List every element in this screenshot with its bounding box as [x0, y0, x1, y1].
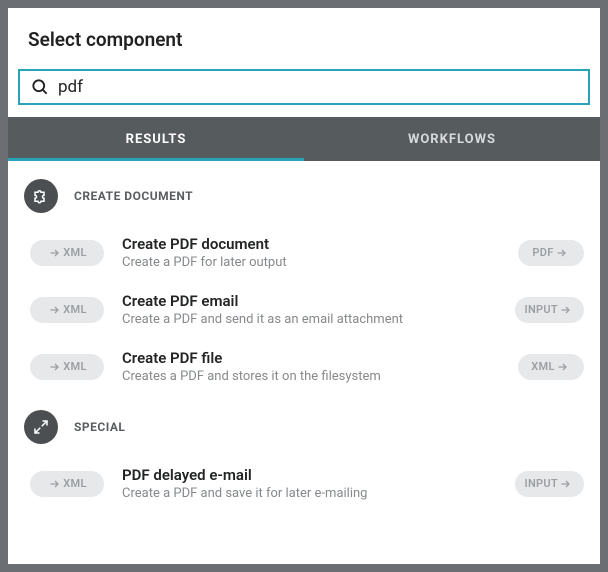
badge-label: XML	[63, 360, 86, 373]
group-create-document: CREATE DOCUMENT XML Create PDF document …	[24, 179, 584, 398]
input-type-badge: XML	[30, 297, 104, 323]
dialog-title: Select component	[28, 28, 580, 51]
arrow-right-icon	[560, 304, 572, 316]
item-description: Creates a PDF and stores it on the files…	[122, 369, 500, 384]
arrow-right-icon	[557, 361, 569, 373]
arrow-right-icon	[49, 361, 61, 373]
item-title: PDF delayed e-mail	[122, 466, 497, 484]
arrow-right-icon	[49, 247, 61, 259]
arrow-right-icon	[560, 478, 572, 490]
item-body: Create PDF email Create a PDF and send i…	[104, 292, 515, 327]
arrow-right-icon	[49, 478, 61, 490]
select-component-dialog: Select component RESULTS WORKFLOWS	[8, 8, 600, 564]
tab-workflows-label: WORKFLOWS	[408, 132, 496, 147]
search-box[interactable]	[18, 69, 590, 105]
badge-label: XML	[63, 477, 86, 490]
search-icon	[30, 77, 50, 97]
input-type-badge: XML	[30, 240, 104, 266]
item-title: Create PDF email	[122, 292, 497, 310]
badge-label: INPUT	[525, 303, 559, 316]
group-header: CREATE DOCUMENT	[24, 179, 584, 213]
item-title: Create PDF document	[122, 235, 500, 253]
item-body: Create PDF file Creates a PDF and stores…	[104, 349, 518, 384]
arrow-right-icon	[556, 247, 568, 259]
item-title: Create PDF file	[122, 349, 500, 367]
input-type-badge: XML	[30, 354, 104, 380]
tab-bar: RESULTS WORKFLOWS	[8, 117, 600, 161]
results-content[interactable]: CREATE DOCUMENT XML Create PDF document …	[8, 161, 600, 564]
arrow-right-icon	[49, 304, 61, 316]
list-item[interactable]: XML Create PDF email Create a PDF and se…	[24, 284, 584, 341]
badge-label: XML	[63, 246, 86, 259]
tab-results[interactable]: RESULTS	[8, 117, 304, 161]
output-type-badge: PDF	[518, 240, 584, 266]
output-type-badge: INPUT	[515, 471, 585, 497]
tab-workflows[interactable]: WORKFLOWS	[304, 117, 600, 161]
group-title: SPECIAL	[74, 420, 125, 434]
tab-results-label: RESULTS	[126, 132, 187, 147]
group-header: SPECIAL	[24, 410, 584, 444]
group-special: SPECIAL XML PDF delayed e-mail Create a …	[24, 410, 584, 515]
search-container	[8, 69, 600, 117]
output-type-badge: INPUT	[515, 297, 585, 323]
item-description: Create a PDF for later output	[122, 255, 500, 270]
list-item[interactable]: XML PDF delayed e-mail Create a PDF and …	[24, 458, 584, 515]
item-description: Create a PDF and send it as an email att…	[122, 312, 497, 327]
input-type-badge: XML	[30, 471, 104, 497]
list-item[interactable]: XML Create PDF document Create a PDF for…	[24, 227, 584, 284]
item-body: PDF delayed e-mail Create a PDF and save…	[104, 466, 515, 501]
puzzle-icon	[24, 179, 58, 213]
arrows-icon	[24, 410, 58, 444]
badge-label: INPUT	[525, 477, 559, 490]
list-item[interactable]: XML Create PDF file Creates a PDF and st…	[24, 341, 584, 398]
dialog-header: Select component	[8, 8, 600, 69]
item-body: Create PDF document Create a PDF for lat…	[104, 235, 518, 270]
search-input[interactable]	[58, 77, 578, 97]
item-description: Create a PDF and save it for later e-mai…	[122, 486, 497, 501]
output-type-badge: XML	[518, 354, 584, 380]
badge-label: XML	[63, 303, 86, 316]
badge-label: XML	[531, 360, 554, 373]
group-title: CREATE DOCUMENT	[74, 189, 193, 203]
badge-label: PDF	[532, 246, 553, 259]
